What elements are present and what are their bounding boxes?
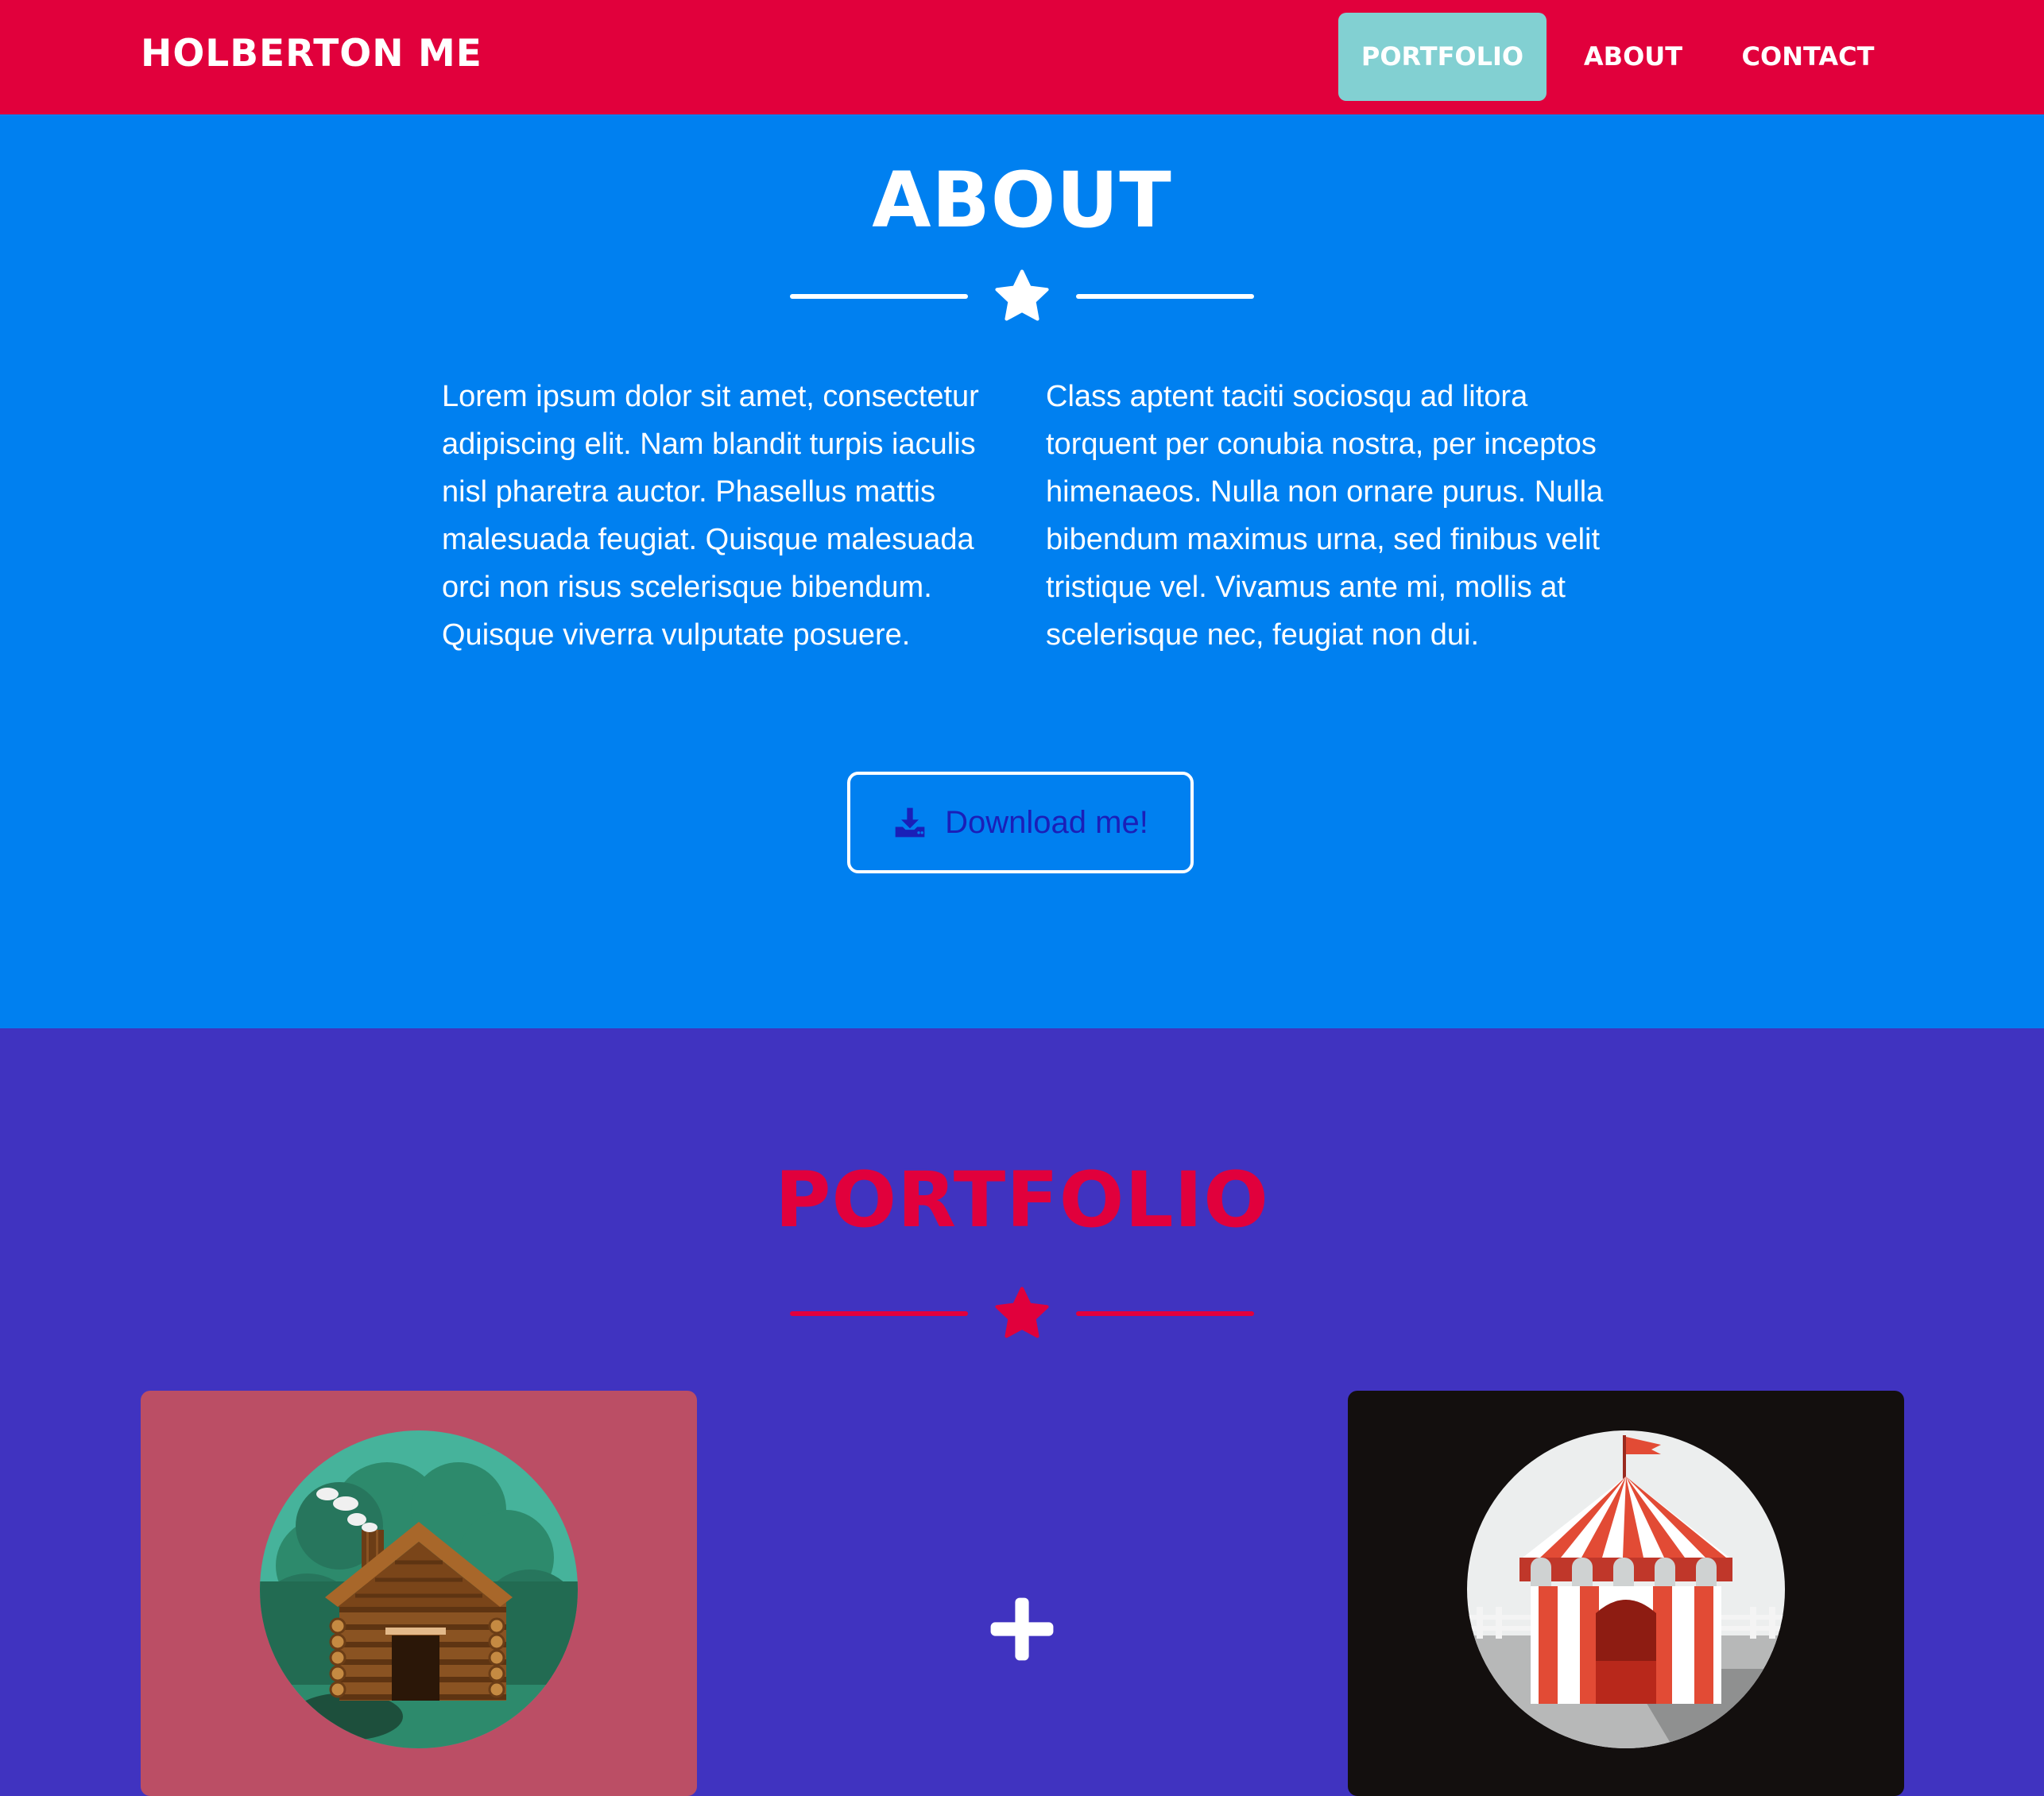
about-divider-left <box>790 294 968 299</box>
star-icon <box>995 269 1049 321</box>
about-divider-right <box>1076 294 1254 299</box>
about-section: ABOUT Lorem ipsum dolor sit amet, consec… <box>0 114 2044 1028</box>
brand-logo[interactable]: HOLBERTON ME <box>141 32 482 75</box>
portfolio-section: PORTFOLIO <box>0 1028 2044 1796</box>
nav-link-about[interactable]: ABOUT <box>1570 13 1697 101</box>
about-paragraph-left: Lorem ipsum dolor sit amet, consectetur … <box>442 380 979 652</box>
nav-link-portfolio[interactable]: PORTFOLIO <box>1338 13 1547 101</box>
download-icon <box>895 807 925 838</box>
plus-icon[interactable] <box>988 1595 1056 1663</box>
portfolio-divider-right <box>1076 1311 1254 1316</box>
navbar: HOLBERTON ME PORTFOLIO ABOUT CONTACT <box>0 0 2044 114</box>
about-title: ABOUT <box>872 156 1172 245</box>
portfolio-title: PORTFOLIO <box>775 1155 1269 1244</box>
download-label: Download me! <box>945 804 1148 840</box>
download-button[interactable]: Download me! <box>847 772 1194 873</box>
cabin-illustration <box>260 1430 578 1748</box>
portfolio-divider-left <box>790 1311 968 1316</box>
star-icon <box>995 1287 1049 1338</box>
portfolio-item-circus[interactable] <box>1348 1391 1904 1796</box>
portfolio-item-cabin[interactable] <box>141 1391 697 1796</box>
circus-tent-illustration <box>1467 1430 1785 1748</box>
about-paragraph-right: Class aptent taciti sociosqu ad litora t… <box>1046 380 1604 652</box>
nav-link-contact[interactable]: CONTACT <box>1725 13 1891 101</box>
